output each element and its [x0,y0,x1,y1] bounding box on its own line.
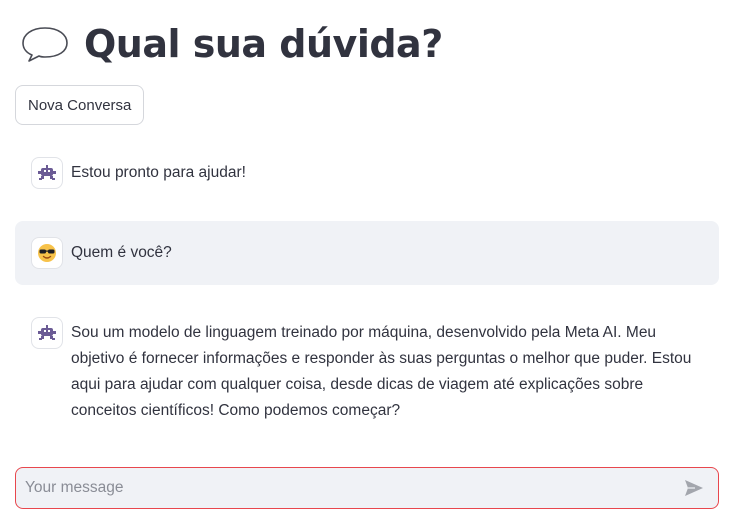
message-text: Sou um modelo de linguagem treinado por … [71,324,692,419]
page-title: Qual sua dúvida? [84,22,443,66]
message-text: Estou pronto para ajudar! [71,164,246,181]
speech-bubble-icon [20,24,72,64]
chat-message-user: Quem é você? [15,221,719,285]
chat-message-assistant: Estou pronto para ajudar! [15,157,719,189]
sunglasses-face-icon [31,237,63,269]
chat-input-container[interactable] [15,467,719,509]
new-chat-button[interactable]: Nova Conversa [15,85,145,125]
message-text: Quem é você? [71,244,172,261]
page-header: Qual sua dúvida? [20,16,443,72]
chat-input[interactable] [16,468,676,508]
send-icon [684,479,704,497]
robot-icon [31,157,63,189]
chat-message-assistant: Sou um modelo de linguagem treinado por … [15,317,719,424]
robot-icon [31,317,63,349]
send-button[interactable] [676,470,712,506]
